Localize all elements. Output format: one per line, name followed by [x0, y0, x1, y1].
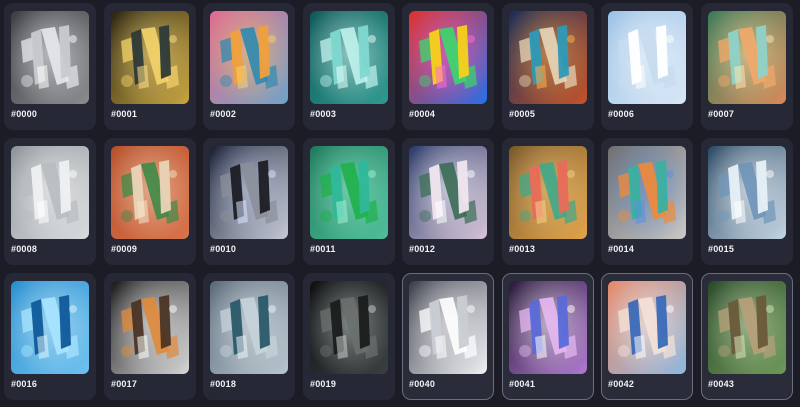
thumbnail-image[interactable]	[509, 281, 587, 374]
thumbnail-image[interactable]	[608, 146, 686, 239]
item-label: #0001	[111, 109, 138, 119]
gallery-item[interactable]: #0017	[104, 273, 196, 400]
thumbnail-image[interactable]	[11, 281, 89, 374]
item-label: #0003	[310, 109, 337, 119]
item-label: #0018	[210, 379, 237, 389]
gallery-item[interactable]: #0043	[701, 273, 793, 400]
item-label: #0012	[409, 244, 436, 254]
gallery-item[interactable]: #0018	[203, 273, 295, 400]
thumbnail-image[interactable]	[409, 11, 487, 104]
item-label: #0000	[11, 109, 38, 119]
gallery-item[interactable]: #0007	[701, 3, 793, 130]
thumbnail-image[interactable]	[210, 11, 288, 104]
gallery-item[interactable]: #0019	[303, 273, 395, 400]
item-label: #0016	[11, 379, 38, 389]
thumbnail-image[interactable]	[409, 281, 487, 374]
gallery-item[interactable]: #0005	[502, 3, 594, 130]
item-label: #0011	[310, 244, 336, 254]
thumbnail-image[interactable]	[708, 146, 786, 239]
item-label: #0005	[509, 109, 536, 119]
thumbnail-image[interactable]	[11, 146, 89, 239]
gallery-item[interactable]: #0011	[303, 138, 395, 265]
thumbnail-image[interactable]	[708, 11, 786, 104]
thumbnail-image[interactable]	[608, 11, 686, 104]
thumbnail-image[interactable]	[11, 11, 89, 104]
thumbnail-image[interactable]	[509, 11, 587, 104]
thumbnail-image[interactable]	[210, 281, 288, 374]
gallery-item[interactable]: #0013	[502, 138, 594, 265]
gallery-item[interactable]: #0042	[601, 273, 693, 400]
gallery-item[interactable]: #0008	[4, 138, 96, 265]
item-label: #0006	[608, 109, 635, 119]
gallery-item[interactable]: #0010	[203, 138, 295, 265]
item-label: #0004	[409, 109, 436, 119]
thumbnail-image[interactable]	[310, 281, 388, 374]
gallery-item[interactable]: #0012	[402, 138, 494, 265]
item-label: #0042	[608, 379, 635, 389]
item-label: #0040	[409, 379, 436, 389]
gallery-item[interactable]: #0003	[303, 3, 395, 130]
item-label: #0008	[11, 244, 38, 254]
item-label: #0009	[111, 244, 138, 254]
gallery-item[interactable]: #0015	[701, 138, 793, 265]
item-label: #0043	[708, 379, 735, 389]
thumbnail-image[interactable]	[210, 146, 288, 239]
thumbnail-image[interactable]	[111, 146, 189, 239]
gallery-item[interactable]: #0002	[203, 3, 295, 130]
thumbnail-image[interactable]	[111, 281, 189, 374]
thumbnail-image[interactable]	[509, 146, 587, 239]
thumbnail-image[interactable]	[310, 11, 388, 104]
item-label: #0015	[708, 244, 735, 254]
image-gallery-grid: #0000 #0001 #0002 #0003 #0004 #0005 #0006 #0007…	[4, 3, 800, 407]
thumbnail-image[interactable]	[409, 146, 487, 239]
gallery-item[interactable]: #0000	[4, 3, 96, 130]
gallery-item[interactable]: #0009	[104, 138, 196, 265]
item-label: #0041	[509, 379, 536, 389]
item-label: #0007	[708, 109, 735, 119]
gallery-item[interactable]: #0016	[4, 273, 96, 400]
item-label: #0013	[509, 244, 536, 254]
gallery-item[interactable]: #0004	[402, 3, 494, 130]
item-label: #0010	[210, 244, 237, 254]
item-label: #0014	[608, 244, 635, 254]
gallery-item[interactable]: #0006	[601, 3, 693, 130]
gallery-item[interactable]: #0041	[502, 273, 594, 400]
thumbnail-image[interactable]	[111, 11, 189, 104]
item-label: #0019	[310, 379, 337, 389]
gallery-item[interactable]: #0040	[402, 273, 494, 400]
thumbnail-image[interactable]	[608, 281, 686, 374]
item-label: #0017	[111, 379, 138, 389]
gallery-item[interactable]: #0014	[601, 138, 693, 265]
thumbnail-image[interactable]	[708, 281, 786, 374]
item-label: #0002	[210, 109, 237, 119]
thumbnail-image[interactable]	[310, 146, 388, 239]
gallery-item[interactable]: #0001	[104, 3, 196, 130]
